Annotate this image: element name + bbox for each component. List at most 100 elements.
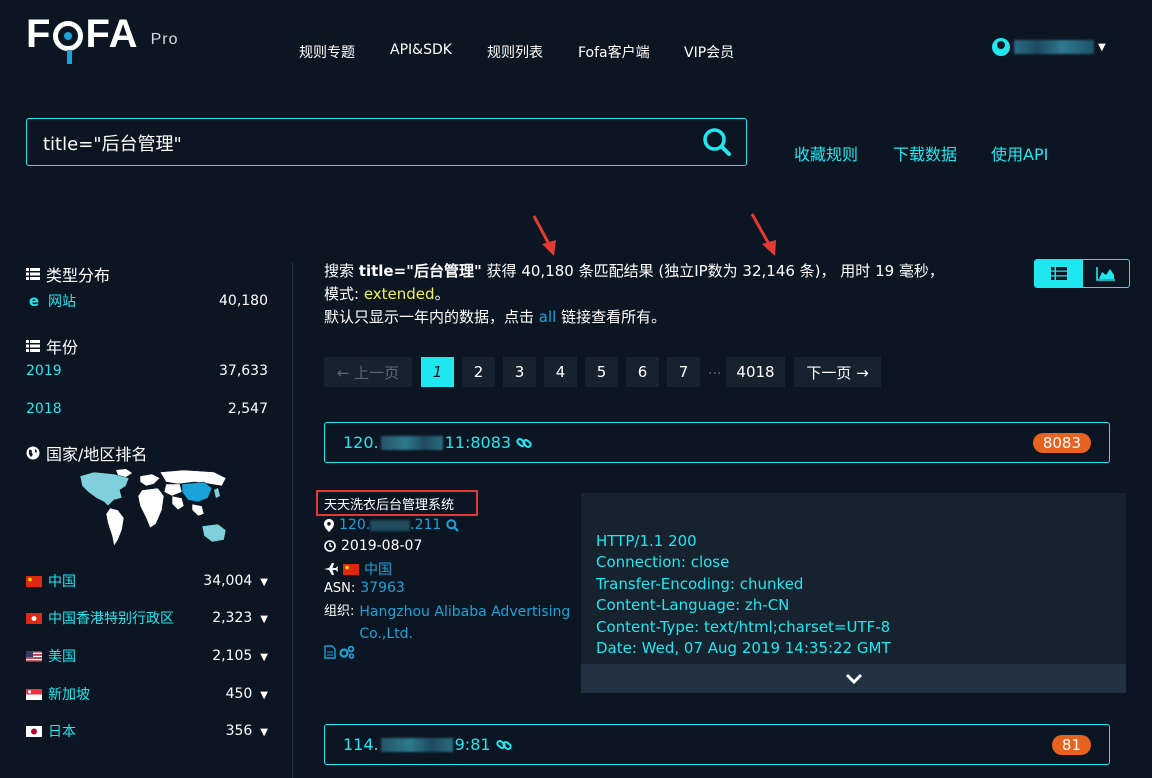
country-count: 34,004 (203, 573, 253, 589)
page-5-button[interactable]: 5 (585, 357, 618, 387)
summary-mode: extended (363, 285, 435, 303)
year-count: 37,633 (219, 363, 268, 379)
nav-item-api-sdk[interactable]: API&SDK (390, 42, 452, 58)
link-icon (516, 437, 532, 448)
year-row-2019[interactable]: 2019 37,633 (26, 363, 268, 379)
search-input[interactable] (41, 129, 685, 157)
pagination-ellipsis: ... (708, 362, 722, 378)
type-count: 40,180 (219, 293, 268, 309)
country-count: 2,105 (212, 648, 253, 664)
fofa-logo[interactable]: F FA Pro (26, 12, 178, 64)
result-host-link[interactable]: 114. 9:81 (343, 735, 512, 754)
result-country-row: 中国 (324, 559, 392, 579)
gears-icon[interactable] (339, 645, 355, 659)
type-distribution-heading: 类型分布 (26, 262, 110, 286)
result-ip-link[interactable]: 120. .211 (339, 517, 441, 533)
year-row-2018[interactable]: 2018 2,547 (26, 401, 268, 417)
result-country-link[interactable]: 中国 (364, 559, 392, 579)
nav-item-rule-list[interactable]: 规则列表 (487, 42, 543, 62)
world-map[interactable] (74, 468, 234, 550)
chevron-down-icon[interactable]: ▼ (260, 652, 268, 663)
country-row-japan[interactable]: 日本 356 ▼ (26, 721, 268, 741)
prev-page-button[interactable]: ← 上一页 (324, 357, 412, 387)
flag-sg-icon (26, 688, 42, 700)
country-row-china[interactable]: 中国 34,004 ▼ (26, 571, 268, 591)
download-data-link[interactable]: 下载数据 (893, 141, 957, 165)
clock-icon (324, 540, 336, 552)
result-tool-icons (324, 645, 355, 659)
next-page-button[interactable]: 下一页 → (794, 357, 881, 387)
port-badge[interactable]: 8083 (1032, 433, 1091, 453)
plane-icon (324, 563, 338, 575)
type-row-website[interactable]: e 网站 40,180 (26, 291, 268, 311)
page-7-button[interactable]: 7 (667, 357, 700, 387)
host-prefix: 114. (343, 735, 379, 754)
caret-down-icon: ▼ (1098, 41, 1106, 53)
chevron-down-icon[interactable]: ▼ (260, 577, 268, 588)
type-label: 网站 (48, 294, 76, 310)
country-row-singapore[interactable]: 新加坡 450 ▼ (26, 684, 268, 704)
chevron-down-icon[interactable]: ▼ (260, 727, 268, 738)
save-rule-link[interactable]: 收藏规则 (794, 141, 858, 165)
http-line: Content-Language: zh-CN (596, 596, 790, 615)
chevron-down-icon[interactable]: ▼ (260, 690, 268, 701)
country-label: 中国 (48, 574, 76, 590)
org-label: 组织: (324, 604, 355, 619)
summary-prefix: 搜索 (324, 262, 359, 280)
asn-link[interactable]: 37963 (360, 580, 405, 596)
nav-item-rule-topics[interactable]: 规则专题 (299, 42, 355, 62)
use-api-link[interactable]: 使用API (991, 141, 1048, 165)
flag-cn-icon (343, 563, 359, 575)
ip-suffix: .211 (410, 517, 442, 533)
host-prefix: 120. (343, 433, 379, 452)
nav-item-vip[interactable]: VIP会员 (684, 42, 734, 62)
summary-end: 。 (434, 285, 450, 303)
country-row-usa[interactable]: 美国 2,105 ▼ (26, 646, 268, 666)
result-host-bar: 114. 9:81 81 (324, 724, 1110, 765)
flag-jp-icon (26, 725, 42, 737)
show-all-link[interactable]: all (539, 308, 557, 326)
user-menu[interactable]: ▼ (992, 38, 1106, 56)
search-icon[interactable] (446, 518, 460, 532)
page-3-button[interactable]: 3 (503, 357, 536, 387)
result-host-link[interactable]: 120. 11:8083 (343, 433, 532, 452)
username-blurred (1014, 40, 1094, 54)
chart-view-button[interactable] (1083, 260, 1129, 287)
map-marker-icon (324, 518, 334, 532)
page-1-button[interactable]: 1 (421, 357, 454, 387)
org-link[interactable]: Hangzhou Alibaba Advertising Co.,Ltd. (359, 601, 574, 645)
http-line: Content-Type: text/html;charset=UTF-8 (596, 617, 891, 636)
port-badge[interactable]: 81 (1051, 735, 1091, 755)
year-heading-label: 年份 (46, 338, 79, 357)
search-icon[interactable] (702, 127, 732, 157)
http-line: HTTP/1.1 200 (596, 532, 697, 550)
year-label: 2018 (26, 401, 62, 417)
http-line: Transfer-Encoding: chunked (596, 574, 804, 593)
page-last-button[interactable]: 4018 (726, 357, 785, 387)
year-heading: 年份 (26, 334, 78, 358)
summary-note: 默认只显示一年内的数据，点击 (324, 308, 539, 326)
view-toggle (1034, 259, 1130, 288)
document-icon[interactable] (324, 645, 336, 659)
result-date: 2019-08-07 (341, 538, 423, 554)
area-chart-icon (1096, 267, 1115, 281)
result-ip-row: 120. .211 (324, 517, 460, 533)
page-6-button[interactable]: 6 (626, 357, 659, 387)
year-count: 2,547 (227, 401, 268, 417)
country-count: 2,323 (212, 610, 253, 626)
logo-text-f: F (26, 12, 52, 56)
expand-banner-button[interactable] (581, 664, 1126, 693)
result-title[interactable]: 天天洗衣后台管理系统 (316, 490, 478, 516)
link-icon (495, 739, 512, 750)
nav-item-client[interactable]: Fofa客户端 (578, 42, 650, 62)
search-summary: 搜索 title="后台管理" 获得 40,180 条匹配结果 (独立IP数为 … (324, 260, 944, 329)
list-icon (26, 340, 40, 352)
sidebar-divider (292, 262, 293, 778)
list-view-button[interactable] (1035, 260, 1083, 287)
country-row-hong-kong[interactable]: 中国香港特别行政区 2,323 ▼ (26, 608, 268, 628)
globe-icon (26, 446, 40, 460)
page-4-button[interactable]: 4 (544, 357, 577, 387)
country-label: 日本 (48, 724, 76, 740)
page-2-button[interactable]: 2 (462, 357, 495, 387)
chevron-down-icon[interactable]: ▼ (260, 614, 268, 625)
